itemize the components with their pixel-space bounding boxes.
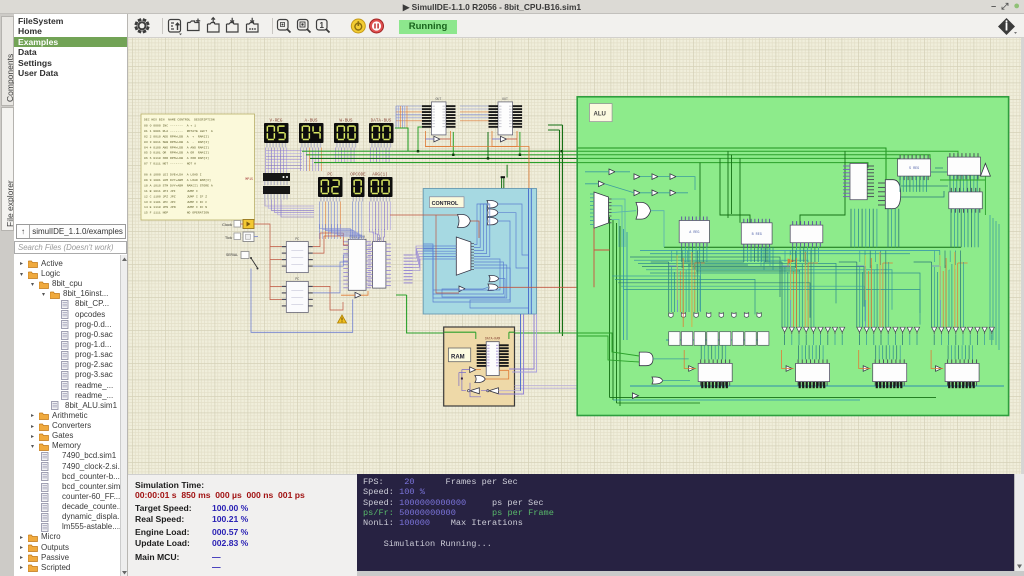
svg-text:CONTROL: CONTROL [432, 201, 459, 207]
svg-text:12 C 1100 JPZ JPZ JUMP I: 12 C 1100 JPZ JPZ JUMP I IF Z [144, 194, 207, 198]
svg-text:02 2 0010 ADD RPM+LDB A + R: 02 2 0010 ADD RPM+LDB A + RAM[I] [144, 134, 209, 138]
svg-text:PC: PC [295, 278, 299, 282]
svg-text:13 D 1101 JPC JPC JUMP I: 13 D 1101 JPC JPC JUMP I IF C [144, 200, 207, 204]
svg-text:SERIAL: SERIAL [226, 253, 238, 257]
svg-text:ALU: ALU [594, 112, 606, 118]
svg-text:PC: PC [295, 238, 299, 242]
svg-text:B REG: B REG [752, 233, 762, 237]
svg-text:00 0 0000 INC ------- A + 1: 00 0 0000 INC ------- A + 1 [144, 124, 196, 128]
svg-text:RAM: RAM [451, 354, 465, 360]
svg-text:09 9 1001 LDM DVY+ABM A LOAD: 09 9 1001 LDM DVY+ABM A LOAD RAM[I] [144, 178, 211, 182]
svg-text:OUT: OUT [502, 97, 508, 101]
svg-text:07 7 0111 NOT ------- NOT A: 07 7 0111 NOT ------- NOT A [144, 162, 196, 166]
svg-text:A REG: A REG [689, 231, 699, 235]
svg-text:10 A 1010 STM DVY+ABM RAM[I]: 10 A 1010 STM DVY+ABM RAM[I] STORE A [144, 183, 213, 187]
svg-text:05 5 0101 OR RPM+LDB A OR R: 05 5 0101 OR RPM+LDB A OR RAM[I] [144, 151, 209, 155]
svg-text:06 6 0110 XOR RPM+LDB A XOR R: 06 6 0110 XOR RPM+LDB A XOR RAM[I] [144, 156, 209, 160]
svg-text:04 4 0100 AND RPM+LDB A AND R: 04 4 0100 AND RPM+LDB A AND RAM[I] [144, 145, 209, 149]
svg-text:08 8 1000 LDI DVE+LDA A LOAD: 08 8 1000 LDI DVE+LDA A LOAD I [144, 173, 202, 177]
svg-text:OUT: OUT [436, 97, 442, 101]
svg-text:14 E 1110 JPN JPN JUMP I: 14 E 1110 JPN JPN JUMP I IF N [144, 205, 207, 209]
svg-text:W-BUS: W-BUS [340, 118, 353, 123]
svg-text:DATA-RAM: DATA-RAM [485, 337, 500, 341]
svg-text:MP15: MP15 [245, 177, 253, 181]
svg-text:Clock: Clock [222, 222, 232, 227]
svg-text:Tick: Tick [225, 235, 232, 240]
svg-text:03 3 0011 SUB RPM+LDB A - R: 03 3 0011 SUB RPM+LDB A - RAM[I] [144, 140, 209, 144]
svg-text:S REG: S REG [909, 167, 919, 171]
svg-text:V-REG: V-REG [270, 118, 283, 123]
svg-text:DEC HEX BIN NAME CONTROL DES: DEC HEX BIN NAME CONTROL DESCRIPTION [144, 118, 215, 122]
svg-text:15 F 1111 NOP NO OPER: 15 F 1111 NOP NO OPERATION [144, 211, 209, 215]
svg-text:1: 1 [319, 21, 324, 30]
svg-text:11 B 1011 JPI JPI JUMP I: 11 B 1011 JPI JPI JUMP I [144, 189, 198, 193]
svg-text:OPCODE: OPCODE [350, 172, 366, 177]
svg-text:PC: PC [327, 172, 333, 177]
svg-text:DATA-BUS: DATA-BUS [371, 118, 392, 123]
svg-text:ARG(1): ARG(1) [372, 172, 387, 177]
svg-text:A-BUS: A-BUS [305, 118, 318, 123]
svg-text:01 1 0001 RLA ------- ROTATE: 01 1 0001 RLA ------- ROTATE LEFT A [144, 129, 213, 133]
